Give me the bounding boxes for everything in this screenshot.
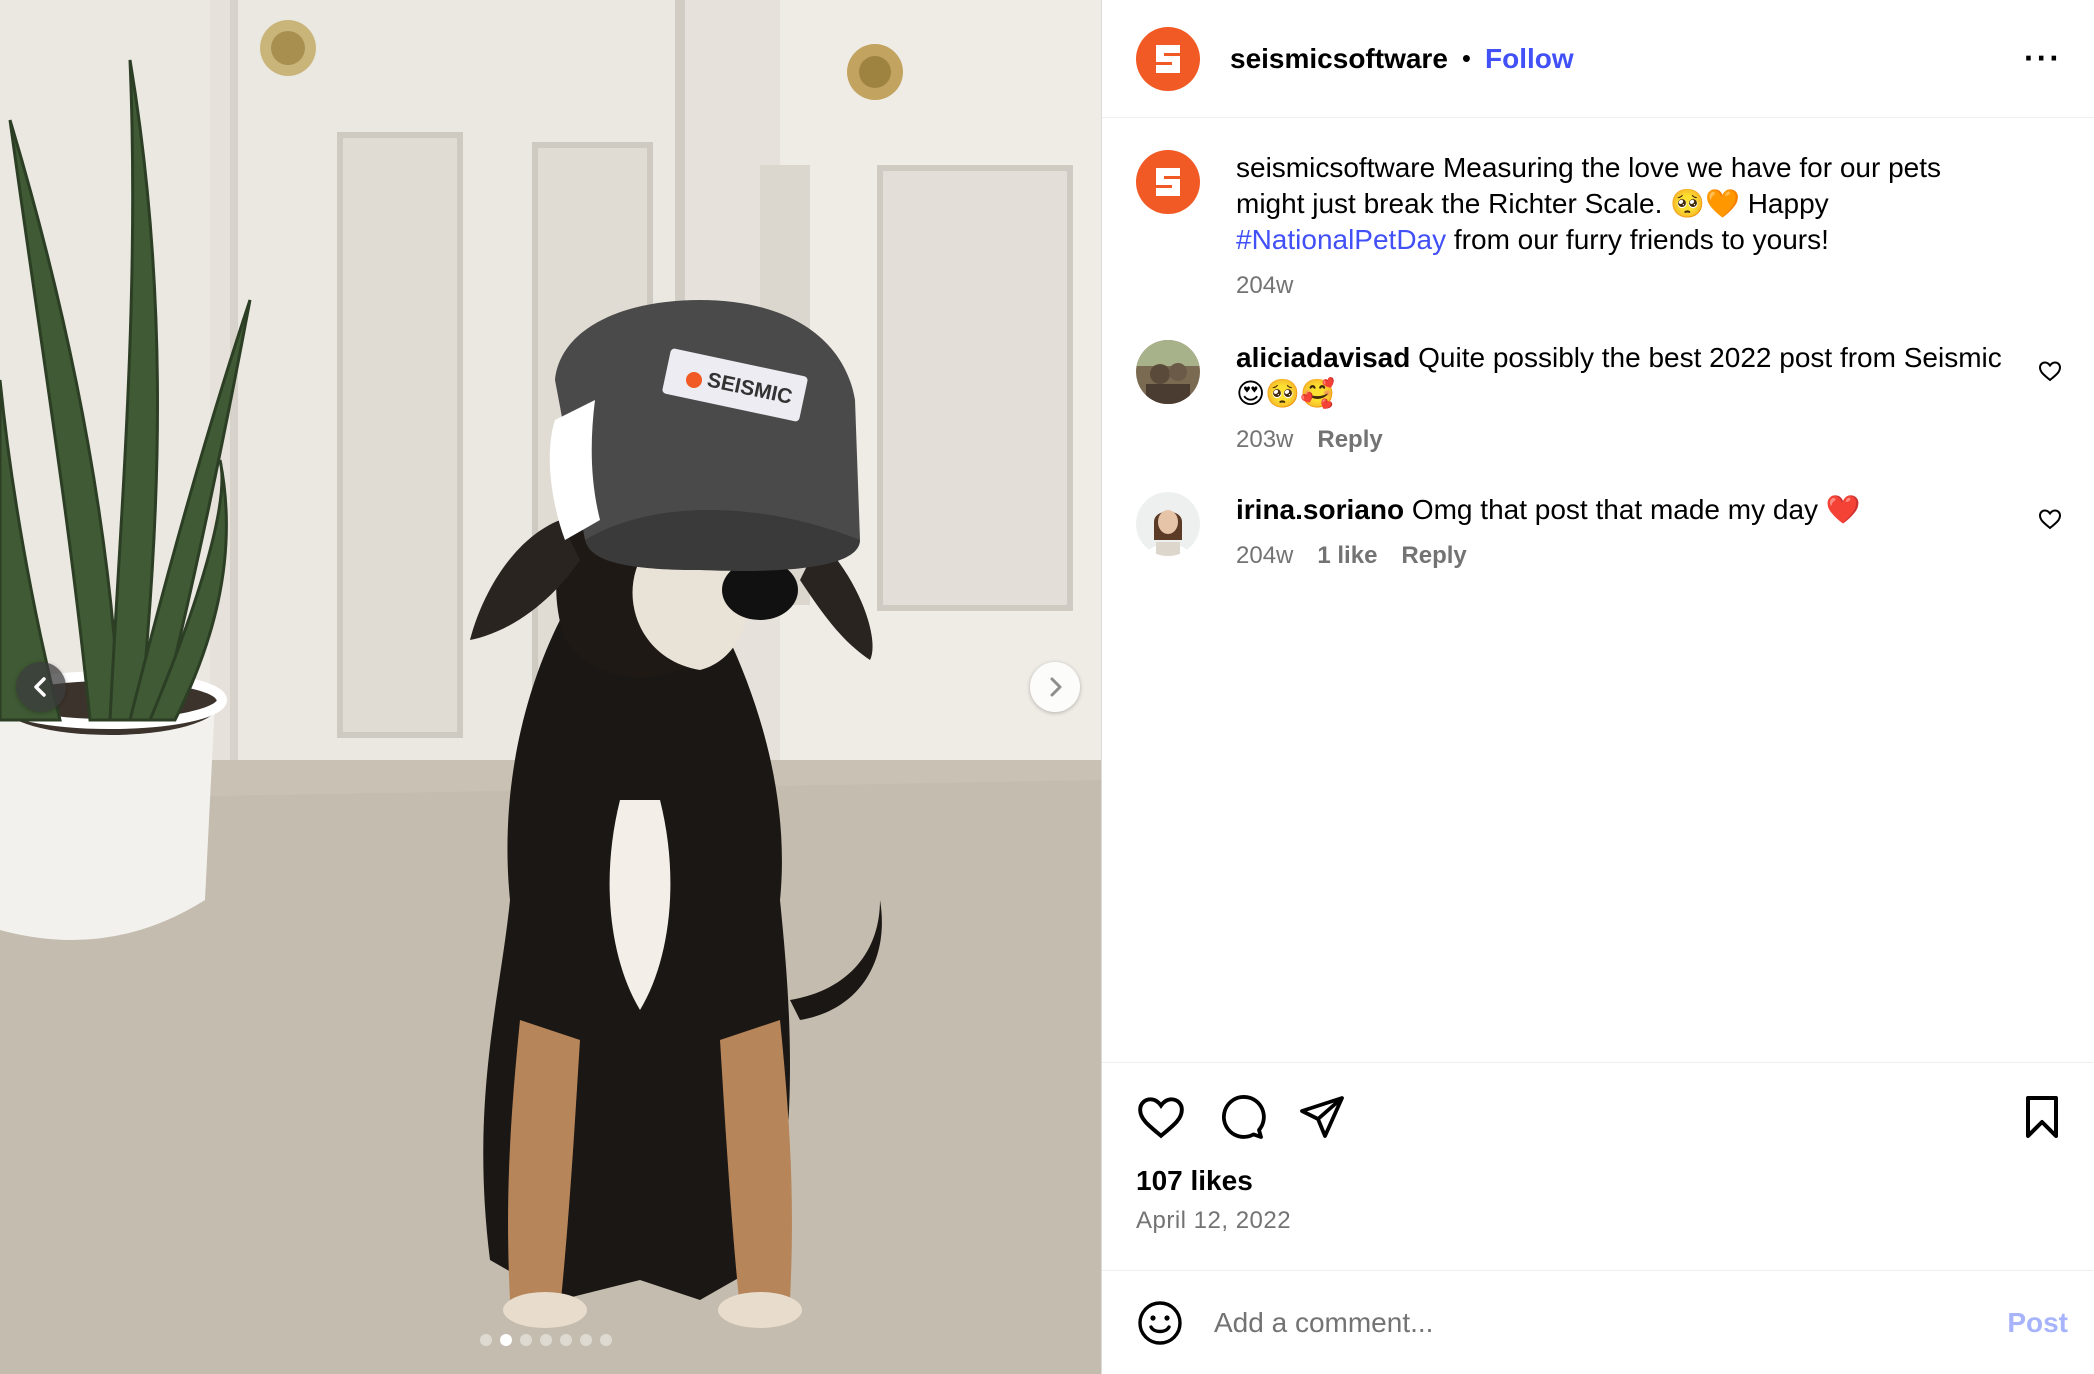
comment-time[interactable]: 204w [1236, 542, 1293, 570]
carousel-dot [600, 1334, 612, 1346]
seismic-s-logo-icon [1156, 168, 1180, 196]
comment-likes-count[interactable]: 1 like [1317, 542, 1377, 570]
carousel-dot [480, 1334, 492, 1346]
chevron-right-icon [1050, 677, 1062, 697]
header-separator: • [1461, 43, 1471, 73]
bookmark-icon [2026, 1096, 2058, 1138]
comment-time[interactable]: 203w [1236, 426, 1293, 454]
carousel-indicator [480, 1334, 612, 1346]
like-comment-button[interactable] [2038, 508, 2062, 535]
post-date[interactable]: April 12, 2022 [1136, 1207, 2062, 1235]
like-comment-button[interactable] [2038, 360, 2062, 387]
like-button[interactable] [1136, 1094, 1186, 1140]
add-comment-bar: Post [1102, 1270, 2094, 1374]
avatar-photo [1136, 340, 1200, 404]
caption-hashtag[interactable]: #NationalPetDay [1236, 224, 1446, 255]
caption-time[interactable]: 204w [1236, 272, 1293, 300]
more-options-button[interactable]: ··· [2024, 40, 2062, 77]
caption-text-after: from our furry friends to yours! [1446, 224, 1829, 255]
post-comment-button[interactable]: Post [2007, 1307, 2068, 1339]
dog-photo: SEISMIC [0, 0, 1101, 1374]
commenter-avatar[interactable] [1136, 340, 1200, 404]
smiley-icon [1138, 1300, 1182, 1345]
comment-item: irina.soriano Omg that post that made my… [1136, 492, 2062, 570]
comment-icon [1221, 1095, 1266, 1139]
commenter-username[interactable]: aliciadavisad [1236, 342, 1410, 373]
carousel-dot [540, 1334, 552, 1346]
carousel-dot [560, 1334, 572, 1346]
post-header: seismicsoftware • Follow ··· [1102, 0, 2094, 118]
previous-image-button[interactable] [16, 662, 66, 712]
commenter-avatar[interactable] [1136, 492, 1200, 556]
heart-icon [2038, 509, 2062, 530]
header-username[interactable]: seismicsoftware [1230, 43, 1448, 75]
caption-text: seismicsoftware Measuring the love we ha… [1236, 150, 2006, 258]
send-icon [1300, 1096, 1344, 1138]
share-button[interactable] [1298, 1094, 1346, 1140]
comment-item: aliciadavisad Quite possibly the best 20… [1136, 340, 2062, 454]
comment-input[interactable] [1214, 1306, 2008, 1339]
instagram-post-view: SEISMIC seismicsoftware • Follow ··· sei… [0, 0, 2094, 1374]
reply-button[interactable]: Reply [1317, 426, 1382, 454]
carousel-dot [520, 1334, 532, 1346]
post-caption: seismicsoftware Measuring the love we ha… [1136, 150, 2062, 300]
carousel-dot [580, 1334, 592, 1346]
post-actions: 107 likes April 12, 2022 [1102, 1062, 2094, 1270]
heart-icon [1138, 1097, 1184, 1139]
chevron-left-icon [34, 677, 46, 697]
comment-text: Omg that post that made my day ❤️ [1411, 494, 1861, 525]
comment-button[interactable] [1218, 1093, 1266, 1141]
comments-section: seismicsoftware Measuring the love we ha… [1102, 118, 2094, 1062]
commenter-username[interactable]: irina.soriano [1236, 494, 1404, 525]
caption-username[interactable]: seismicsoftware [1236, 152, 1435, 183]
seismic-s-logo-icon [1156, 44, 1180, 73]
next-image-button[interactable] [1030, 662, 1080, 712]
seismic-logo-avatar[interactable] [1136, 26, 1200, 91]
likes-count[interactable]: 107 likes [1136, 1165, 2062, 1197]
emoji-picker-button[interactable] [1136, 1299, 1184, 1347]
post-media[interactable]: SEISMIC [0, 0, 1101, 1374]
avatar-photo [1136, 492, 1200, 556]
caption-avatar[interactable] [1136, 150, 1200, 214]
carousel-dot [500, 1334, 512, 1346]
save-button[interactable] [2022, 1094, 2062, 1140]
post-side-panel: seismicsoftware • Follow ··· seismicsoft… [1101, 0, 2094, 1374]
follow-button[interactable]: Follow [1485, 43, 1574, 75]
heart-icon [2038, 361, 2062, 382]
reply-button[interactable]: Reply [1401, 542, 1466, 570]
